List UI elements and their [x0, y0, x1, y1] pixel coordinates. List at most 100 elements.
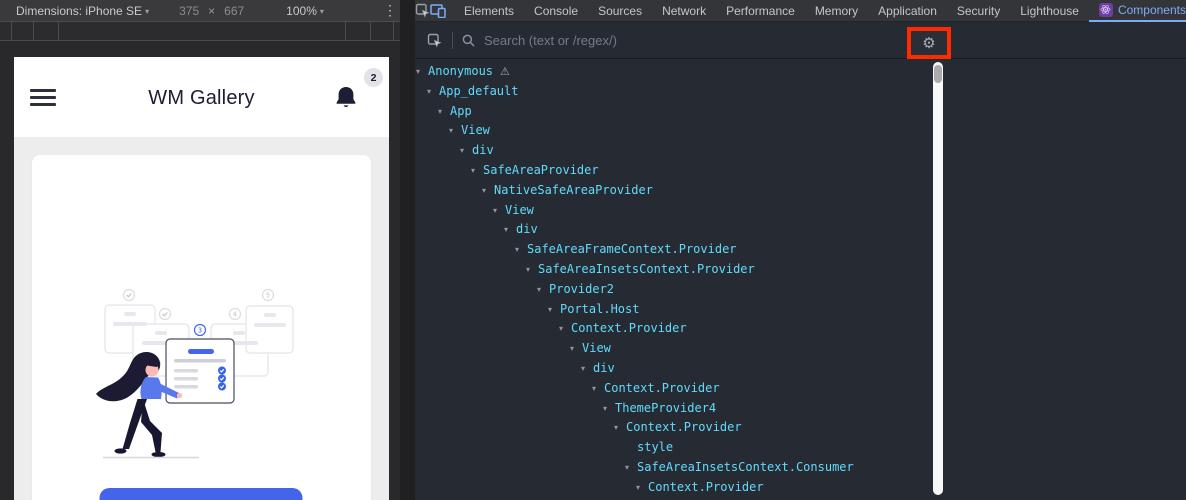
- tree-node[interactable]: ▾ SafeAreaProvider: [415, 161, 1186, 181]
- devtools-panel: Elements Console Sources Network Performance…: [415, 0, 1186, 500]
- tree-node[interactable]: ▾ Context.Provider: [415, 478, 1186, 498]
- expander-icon[interactable]: ▾: [559, 319, 571, 339]
- primary-action-button[interactable]: [99, 488, 303, 500]
- components-search-row: Search (text or /regex/) ⚙: [415, 22, 1186, 59]
- more-options-icon[interactable]: ⋮: [383, 2, 397, 19]
- tree-node[interactable]: ▾ NativeSafeAreaProvider: [415, 181, 1186, 201]
- expander-icon[interactable]: ▾: [460, 141, 472, 161]
- expander-icon[interactable]: ▾: [416, 62, 428, 82]
- viewport-height-field[interactable]: 667: [224, 4, 244, 18]
- tree-node[interactable]: ▾ ThemeProvider4: [415, 399, 1186, 419]
- tree-node[interactable]: ▾ Portal.Host: [415, 300, 1186, 320]
- tab-security[interactable]: Security: [947, 0, 1010, 21]
- tab-sources[interactable]: Sources: [588, 0, 652, 21]
- devtools-tab-bar: Elements Console Sources Network Performance…: [415, 0, 1186, 22]
- expander-icon[interactable]: ▾: [548, 300, 560, 320]
- component-name: App_default: [439, 83, 519, 98]
- tab-memory[interactable]: Memory: [805, 0, 868, 21]
- expander-icon[interactable]: ▾: [504, 220, 516, 240]
- tree-node[interactable]: ▾ SafeAreaFrameContext.Provider: [415, 240, 1186, 260]
- device-emulation-area: Dimensions: iPhone SE ▾ 375 × 667 100% ▾ ⋮…: [0, 0, 408, 500]
- expander-icon[interactable]: ▾: [581, 359, 593, 379]
- chevron-down-icon: ▾: [145, 6, 150, 16]
- expander-icon[interactable]: ▾: [537, 280, 549, 300]
- expander-icon[interactable]: ▾: [482, 181, 494, 201]
- tree-node[interactable]: style: [415, 438, 1186, 458]
- tree-node[interactable]: ▾ Anonymous ⚠: [415, 62, 1186, 82]
- expander-icon[interactable]: ▾: [493, 201, 505, 221]
- component-name: div: [472, 143, 494, 158]
- scrollbar-thumb[interactable]: [934, 65, 942, 83]
- device-toolbar: Dimensions: iPhone SE ▾ 375 × 667 100% ▾ ⋮: [0, 0, 408, 22]
- expander-icon[interactable]: ▾: [526, 260, 538, 280]
- expander-icon[interactable]: ▾: [625, 458, 637, 478]
- component-name: SafeAreaInsetsContext.Consumer: [637, 459, 854, 474]
- expander-icon[interactable]: ▾: [592, 379, 604, 399]
- settings-gear-icon[interactable]: ⚙: [922, 36, 935, 51]
- tab-network[interactable]: Network: [652, 0, 716, 21]
- tab-application[interactable]: Application: [868, 0, 947, 21]
- tree-node[interactable]: ▾ div: [415, 220, 1186, 240]
- devtools-splitter[interactable]: [400, 0, 415, 500]
- tree-node[interactable]: ▾ div: [415, 141, 1186, 161]
- notifications-button[interactable]: [334, 85, 358, 111]
- tab-components[interactable]: Components: [1088, 0, 1186, 22]
- tab-lighthouse[interactable]: Lighthouse: [1010, 0, 1089, 21]
- tree-node[interactable]: ▾ Context.Provider: [415, 319, 1186, 339]
- tree-node[interactable]: ▾ Provider2: [415, 280, 1186, 300]
- zoom-selector[interactable]: 100% ▾: [286, 4, 324, 18]
- tree-node[interactable]: ▾ SafeAreaInsetsContext.Consumer: [415, 458, 1186, 478]
- component-name: View: [505, 202, 534, 217]
- notification-badge: 2: [364, 68, 383, 87]
- expander-icon[interactable]: ▾: [515, 240, 527, 260]
- tree-node[interactable]: ▾ div: [415, 359, 1186, 379]
- expander-icon[interactable]: ▾: [636, 478, 648, 498]
- expander-icon[interactable]: ▾: [438, 102, 450, 122]
- expander-icon[interactable]: ▾: [603, 399, 615, 419]
- expander-icon[interactable]: ▾: [449, 121, 461, 141]
- annotation-highlight-box: ⚙: [907, 27, 951, 59]
- component-tree: ▾ Anonymous ⚠ ▾ App_default ▾ App ▾ View ▾ div ▾ Saf…: [415, 59, 1186, 500]
- tab-label: Network: [662, 3, 707, 18]
- app-body: 4 5 3: [14, 137, 389, 500]
- tree-node[interactable]: ▾ View: [415, 121, 1186, 141]
- component-name: ThemeProvider4: [615, 400, 717, 415]
- device-selector[interactable]: Dimensions: iPhone SE ▾: [16, 4, 149, 18]
- empty-state-illustration: 4 5 3: [96, 288, 294, 459]
- app-header: WM Gallery 2: [14, 57, 389, 137]
- dimension-separator: ×: [208, 3, 216, 18]
- expander-icon[interactable]: ▾: [427, 82, 439, 102]
- component-name: View: [582, 341, 611, 356]
- component-name: SafeAreaFrameContext.Provider: [527, 242, 737, 257]
- tree-node[interactable]: ▾ App_default: [415, 82, 1186, 102]
- tab-label: Memory: [814, 3, 859, 18]
- expander-icon[interactable]: ▾: [471, 161, 483, 181]
- search-input[interactable]: Search (text or /regex/): [484, 33, 617, 48]
- inspect-element-icon[interactable]: [415, 0, 430, 21]
- tab-elements[interactable]: Elements: [454, 0, 524, 21]
- tab-label: Application: [878, 3, 937, 18]
- pick-component-icon[interactable]: [421, 30, 447, 51]
- tree-node[interactable]: ▾ View: [415, 201, 1186, 221]
- toggle-device-toolbar-icon[interactable]: [430, 0, 446, 21]
- tree-node[interactable]: ▾ App: [415, 102, 1186, 122]
- tree-node[interactable]: ▾ Context.Provider: [415, 418, 1186, 438]
- search-icon: [462, 34, 475, 47]
- expander-icon[interactable]: ▾: [570, 339, 582, 359]
- component-name: Context.Provider: [626, 420, 742, 435]
- expander-icon[interactable]: ▾: [614, 418, 626, 438]
- tree-node[interactable]: ▾ View: [415, 339, 1186, 359]
- app-title: WM Gallery: [148, 87, 255, 109]
- component-name: Context.Provider: [571, 321, 687, 336]
- component-name: Context.Provider: [604, 380, 720, 395]
- viewport-width-field[interactable]: 375: [179, 4, 199, 18]
- tab-console[interactable]: Console: [524, 0, 588, 21]
- component-name: App: [450, 103, 472, 118]
- tab-label: Sources: [598, 3, 643, 18]
- tree-node[interactable]: ▾ Context.Provider: [415, 379, 1186, 399]
- bell-icon: [336, 87, 356, 107]
- tree-node[interactable]: ▾ SafeAreaInsetsContext.Provider: [415, 260, 1186, 280]
- tab-performance[interactable]: Performance: [716, 0, 805, 21]
- component-name: SafeAreaProvider: [483, 162, 599, 177]
- tree-scrollbar[interactable]: [933, 62, 943, 495]
